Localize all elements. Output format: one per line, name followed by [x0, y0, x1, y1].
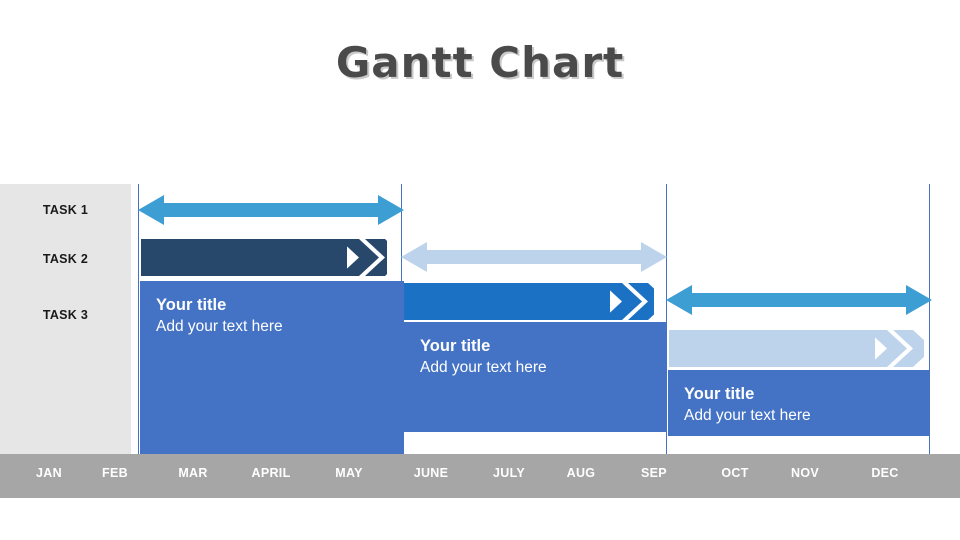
callout-1[interactable]: Your title Add your text here	[140, 281, 404, 454]
callout-2-body: Add your text here	[420, 359, 547, 377]
month-feb[interactable]: FEB	[86, 466, 144, 480]
task3-bar-teal[interactable]	[666, 283, 932, 317]
callout-2[interactable]: Your title Add your text here	[404, 322, 667, 432]
task4-bar-light[interactable]	[669, 330, 924, 367]
month-aug[interactable]: AUG	[552, 466, 610, 480]
task2-bar-dark[interactable]	[141, 239, 387, 276]
double-arrow-icon	[138, 195, 404, 225]
month-june[interactable]: JUNE	[402, 466, 460, 480]
callout-3-body: Add your text here	[684, 407, 811, 425]
month-may[interactable]: MAY	[320, 466, 378, 480]
double-arrow-icon	[401, 242, 667, 272]
task2-bar-light[interactable]	[401, 240, 667, 274]
month-nov[interactable]: NOV	[776, 466, 834, 480]
callout-3[interactable]: Your title Add your text here	[668, 370, 930, 436]
gantt-chart-slide: Gantt Chart TASK 1 TASK 2 TASK 3 Your ti…	[0, 0, 960, 540]
chevron-right-icon	[141, 239, 387, 276]
task3-bar-blue[interactable]	[404, 283, 654, 320]
callout-1-body: Add your text here	[156, 318, 283, 336]
chevron-right-icon	[669, 330, 924, 367]
month-oct[interactable]: OCT	[706, 466, 764, 480]
month-jan[interactable]: JAN	[20, 466, 78, 480]
month-july[interactable]: JULY	[480, 466, 538, 480]
month-sep[interactable]: SEP	[625, 466, 683, 480]
callout-1-title: Your title	[156, 296, 227, 314]
task-label-2: TASK 2	[42, 252, 89, 266]
month-april[interactable]: APRIL	[242, 466, 300, 480]
task1-bar[interactable]	[138, 193, 404, 227]
callout-3-title: Your title	[684, 385, 755, 403]
month-dec[interactable]: DEC	[856, 466, 914, 480]
double-arrow-icon	[666, 285, 932, 315]
task-label-1: TASK 1	[42, 203, 89, 217]
task-label-3: TASK 3	[42, 308, 89, 322]
callout-2-title: Your title	[420, 337, 491, 355]
month-mar[interactable]: MAR	[164, 466, 222, 480]
page-title: Gantt Chart	[335, 38, 625, 87]
chevron-right-icon	[404, 283, 654, 320]
